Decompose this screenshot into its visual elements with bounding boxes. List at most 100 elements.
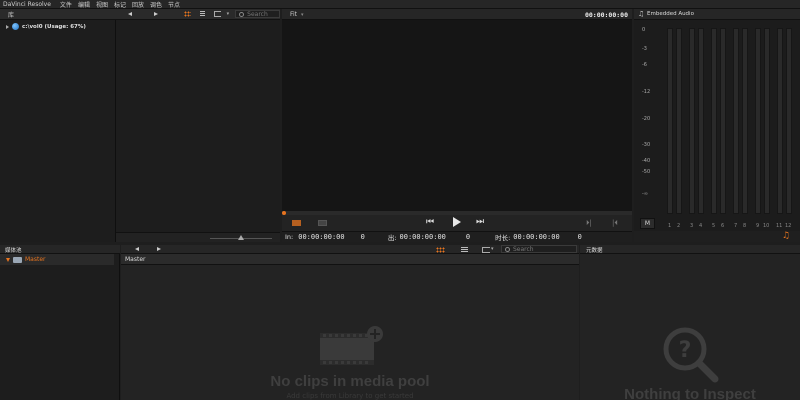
menu-color[interactable]: 调色 bbox=[147, 0, 165, 9]
channel-number: 2 bbox=[677, 223, 681, 229]
library-footer bbox=[116, 232, 280, 242]
expand-down-icon[interactable] bbox=[6, 257, 10, 262]
sort-dropdown-icon[interactable]: ▾ bbox=[491, 246, 494, 252]
audio-music-icon[interactable]: ♫ bbox=[782, 231, 790, 241]
fit-dropdown[interactable]: Fit ▾ bbox=[290, 11, 303, 18]
volume-item[interactable]: c:\vol0 (Usage: 67%) bbox=[6, 23, 86, 30]
library-search-input[interactable]: Search bbox=[235, 10, 280, 18]
back-arrow-icon[interactable] bbox=[135, 247, 139, 251]
slider-thumb[interactable] bbox=[238, 235, 244, 240]
in-label: In: bbox=[285, 233, 294, 241]
sort-icon[interactable] bbox=[214, 11, 221, 17]
channel-number: 3 bbox=[690, 223, 694, 229]
viewer-timecode: 00:00:00:00 bbox=[584, 11, 628, 19]
bin-item-master[interactable]: Master bbox=[0, 254, 114, 265]
svg-text:?: ? bbox=[679, 338, 692, 363]
media-pool-search-placeholder: Search bbox=[513, 245, 534, 253]
db-label: -30 bbox=[642, 142, 651, 148]
menu-edit[interactable]: 编辑 bbox=[75, 0, 93, 9]
duration-timecode: 00:00:00:00 bbox=[513, 233, 560, 241]
skip-back-icon[interactable]: ⏮ bbox=[426, 218, 434, 227]
metadata-inspector: ? Nothing to Inspect bbox=[580, 254, 800, 400]
empty-pool-subtitle: Add clips from Library to get started bbox=[286, 392, 414, 400]
channel-number: 5 bbox=[712, 223, 716, 229]
menu-view[interactable]: 视图 bbox=[93, 0, 111, 9]
volume-label: c:\vol0 (Usage: 67%) bbox=[22, 23, 86, 30]
channel-number: 10 bbox=[763, 223, 770, 229]
sort-dropdown-icon[interactable]: ▾ bbox=[227, 11, 230, 17]
audio-meter bbox=[711, 28, 717, 214]
channel-number: 6 bbox=[721, 223, 725, 229]
play-icon[interactable] bbox=[453, 217, 461, 227]
current-bin-label: Master bbox=[125, 256, 146, 263]
grid-view-icon[interactable] bbox=[436, 246, 445, 253]
db-label: 0 bbox=[642, 27, 646, 33]
metadata-header: 元数据 bbox=[580, 245, 800, 254]
audio-footer: ♫ bbox=[634, 231, 800, 242]
expand-icon[interactable] bbox=[6, 24, 9, 29]
library-file-browser bbox=[116, 20, 280, 232]
library-header: 库 bbox=[0, 9, 116, 20]
back-arrow-icon[interactable] bbox=[128, 12, 132, 16]
db-label: -20 bbox=[642, 116, 651, 122]
menu-playback[interactable]: 回放 bbox=[129, 0, 147, 9]
audio-meter bbox=[777, 28, 783, 214]
empty-pool-title: No clips in media pool bbox=[270, 373, 430, 390]
audio-meter bbox=[764, 28, 770, 214]
in-timecode[interactable]: 00:00:00:00 bbox=[298, 233, 344, 241]
menu-mark[interactable]: 标记 bbox=[111, 0, 129, 9]
out-label: 出: bbox=[387, 234, 397, 242]
out-timecode[interactable]: 00:00:00:00 bbox=[400, 233, 446, 241]
film-clip-icon bbox=[320, 326, 383, 365]
audio-title: Embedded Audio bbox=[647, 11, 694, 17]
forward-arrow-icon[interactable] bbox=[154, 12, 158, 16]
empty-inspector-title: Nothing to Inspect bbox=[624, 386, 756, 400]
in-frames: 0 bbox=[360, 233, 365, 241]
audio-note-icon: ♫ bbox=[638, 10, 645, 18]
audio-meter bbox=[720, 28, 726, 214]
mute-button[interactable]: M bbox=[640, 218, 655, 229]
folder-icon bbox=[13, 256, 22, 263]
search-icon bbox=[239, 11, 245, 17]
duration-label: 时长: bbox=[495, 234, 511, 242]
media-pool-search-input[interactable]: Search bbox=[501, 245, 577, 253]
media-pool-title: 媒体池 bbox=[5, 248, 22, 254]
clip-grid-icon[interactable] bbox=[292, 220, 301, 226]
library-search-placeholder: Search bbox=[247, 10, 268, 18]
list-view-icon[interactable] bbox=[199, 11, 206, 17]
next-frame-icon[interactable]: ⏵| bbox=[586, 219, 592, 228]
audio-meter bbox=[755, 28, 761, 214]
prev-frame-icon[interactable]: |⏴ bbox=[612, 219, 618, 228]
loop-icon[interactable] bbox=[318, 220, 327, 226]
audio-meter bbox=[689, 28, 695, 214]
skip-forward-icon[interactable]: ⏭ bbox=[476, 218, 484, 227]
chevron-down-icon: ▾ bbox=[300, 12, 304, 18]
grid-view-icon[interactable] bbox=[184, 11, 191, 17]
channel-number: 9 bbox=[756, 223, 760, 229]
db-label: -12 bbox=[642, 89, 651, 95]
viewer-header: Fit ▾ 00:00:00:00 bbox=[282, 9, 632, 20]
audio-meter bbox=[667, 28, 673, 214]
duration-frames: 0 bbox=[577, 233, 582, 241]
media-pool-toolbar: ▾ Search bbox=[121, 245, 579, 254]
menu-nodes[interactable]: 节点 bbox=[165, 0, 183, 9]
channel-number: 7 bbox=[734, 223, 738, 229]
metadata-title: 元数据 bbox=[586, 248, 603, 254]
forward-arrow-icon[interactable] bbox=[157, 247, 161, 251]
fit-label: Fit bbox=[290, 11, 298, 18]
db-label: -3 bbox=[642, 46, 647, 52]
db-label: -∞ bbox=[642, 191, 648, 197]
media-pool-clips-area[interactable]: No clips in media pool Add clips from Li… bbox=[121, 265, 579, 400]
audio-meter bbox=[733, 28, 739, 214]
db-label: -40 bbox=[642, 158, 651, 164]
app-title: DaVinci Resolve bbox=[3, 0, 51, 8]
sort-icon[interactable] bbox=[482, 246, 490, 253]
list-view-icon[interactable] bbox=[461, 246, 468, 253]
viewer-timecode-bar: In: 00:00:00:00 0 出: 00:00:00:00 0 时长: 0… bbox=[282, 231, 632, 242]
menu-file[interactable]: 文件 bbox=[57, 0, 75, 9]
viewer-screen[interactable] bbox=[282, 20, 632, 211]
transport-controls: ⏮ ⏭ ⏵| |⏴ bbox=[282, 215, 632, 231]
audio-meter bbox=[742, 28, 748, 214]
channel-number: 1 bbox=[668, 223, 672, 229]
channel-number: 4 bbox=[699, 223, 703, 229]
